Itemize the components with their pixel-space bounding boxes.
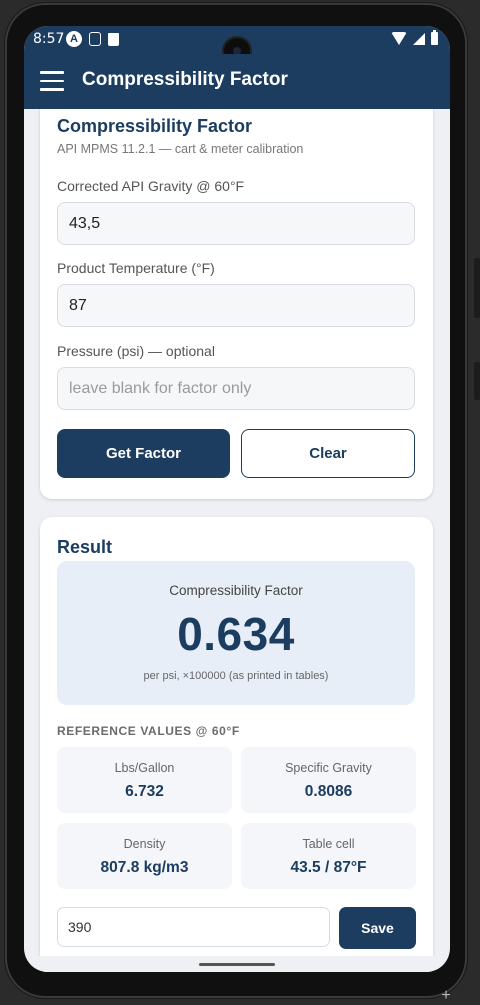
reference-tile-table-cell: Table cell 43.5 / 87°F [241, 823, 416, 889]
clear-button[interactable]: Clear [241, 429, 415, 478]
temperature-input[interactable]: 87 [57, 284, 415, 327]
gesture-nav-bar [24, 956, 450, 972]
app-bar: Compressibility Factor [24, 54, 450, 109]
plus-icon[interactable]: + [436, 986, 456, 1005]
hamburger-icon[interactable] [40, 71, 64, 91]
wifi-icon [391, 32, 407, 45]
reference-label: Table cell [302, 837, 355, 851]
pressure-label: Pressure (psi) — optional [57, 343, 215, 359]
save-button[interactable]: Save [339, 907, 416, 949]
save-value-input[interactable]: 390 [57, 907, 330, 947]
factor-result-box: Compressibility Factor 0.634 per psi, ×1… [57, 561, 415, 705]
reference-label: Lbs/Gallon [114, 761, 175, 775]
status-time: 8:57 [33, 31, 65, 47]
factor-unit: per psi, ×100000 (as printed in tables) [143, 670, 329, 682]
result-card: Result Compressibility Factor 0.634 per … [40, 517, 433, 972]
factor-value: 0.634 [177, 608, 295, 660]
reference-value: 43.5 / 87°F [290, 859, 367, 876]
api-gravity-input[interactable]: 43,5 [57, 202, 415, 245]
gesture-handle[interactable] [199, 963, 275, 966]
reference-value: 6.732 [125, 783, 164, 800]
sd-card-icon [108, 32, 119, 46]
reference-value: 0.8086 [304, 783, 353, 800]
status-system-icons [391, 30, 438, 45]
factor-label: Compressibility Factor [169, 583, 303, 598]
notification-s-icon [89, 32, 101, 46]
reference-label: Density [123, 837, 166, 851]
api-gravity-label: Corrected API Gravity @ 60°F [57, 178, 245, 194]
status-notification-icons: A [66, 31, 119, 47]
app-title: Compressibility Factor [82, 69, 288, 90]
reference-tile-lbs-gallon: Lbs/Gallon 6.732 [57, 747, 232, 813]
cell-signal-icon [413, 32, 425, 45]
pressure-input[interactable]: leave blank for factor only [57, 367, 415, 410]
reference-heading: REFERENCE VALUES @ 60°F [57, 724, 240, 738]
battery-icon [431, 30, 438, 45]
reference-tile-density: Density 807.8 kg/m3 [57, 823, 232, 889]
reference-label: Specific Gravity [285, 761, 372, 775]
result-title: Result [57, 537, 113, 557]
get-factor-button[interactable]: Get Factor [57, 429, 230, 478]
notification-a-icon: A [66, 31, 82, 47]
temperature-label: Product Temperature (°F) [57, 260, 215, 276]
reference-value: 807.8 kg/m3 [100, 859, 189, 876]
power-button [474, 362, 480, 400]
form-subtitle: API MPMS 11.2.1 — cart & meter calibrati… [57, 142, 304, 156]
volume-button [474, 258, 480, 318]
phone-screen: 8:57 A Compressibility Factor Compressib… [24, 26, 450, 972]
form-title: Compressibility Factor [57, 116, 253, 136]
input-card: Compressibility Factor API MPMS 11.2.1 —… [40, 109, 433, 499]
main-content[interactable]: Compressibility Factor API MPMS 11.2.1 —… [24, 109, 450, 972]
reference-tile-specific-gravity: Specific Gravity 0.8086 [241, 747, 416, 813]
